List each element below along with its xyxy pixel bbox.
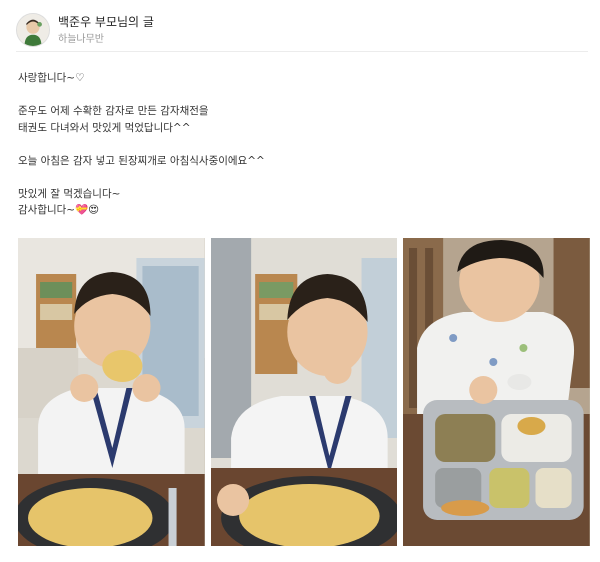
- boy-tasting-potato-pancake-photo: [210, 238, 398, 546]
- post-line: 태권도 다녀와서 맛있게 먹었답니다^^: [18, 121, 191, 134]
- post-header: 백준우 부모님의 글 하늘나무반: [16, 8, 584, 52]
- photo-2[interactable]: [210, 238, 398, 546]
- boy-breakfast-tray-photo: [403, 238, 591, 546]
- post-content: 사랑합니다~♡ 준우도 어제 수확한 감자로 만든 감자채전을 태권도 다녀와서…: [18, 70, 582, 219]
- child-avatar-icon: [17, 14, 49, 46]
- class-name: 하늘나무반: [58, 33, 104, 45]
- author-avatar[interactable]: [16, 13, 50, 47]
- post-line: 사랑합니다~♡: [18, 72, 85, 84]
- post-line: 오늘 아침은 감자 넣고 된장찌개로 아침식사중이에요^^: [18, 154, 265, 167]
- photo-3[interactable]: [403, 238, 591, 546]
- photo-gallery: [18, 238, 591, 546]
- post-line: 맛있게 잘 먹겠습니다~: [18, 187, 121, 200]
- post-line: 감사합니다~💝😍: [18, 204, 100, 216]
- photo-1[interactable]: [18, 238, 205, 546]
- boy-eating-potato-pancake-photo: [18, 238, 205, 546]
- author-name[interactable]: 백준우 부모님의 글: [58, 14, 154, 30]
- header-divider: [16, 51, 588, 52]
- post-line: 준우도 어제 수확한 감자로 만든 감자채전을: [18, 105, 209, 117]
